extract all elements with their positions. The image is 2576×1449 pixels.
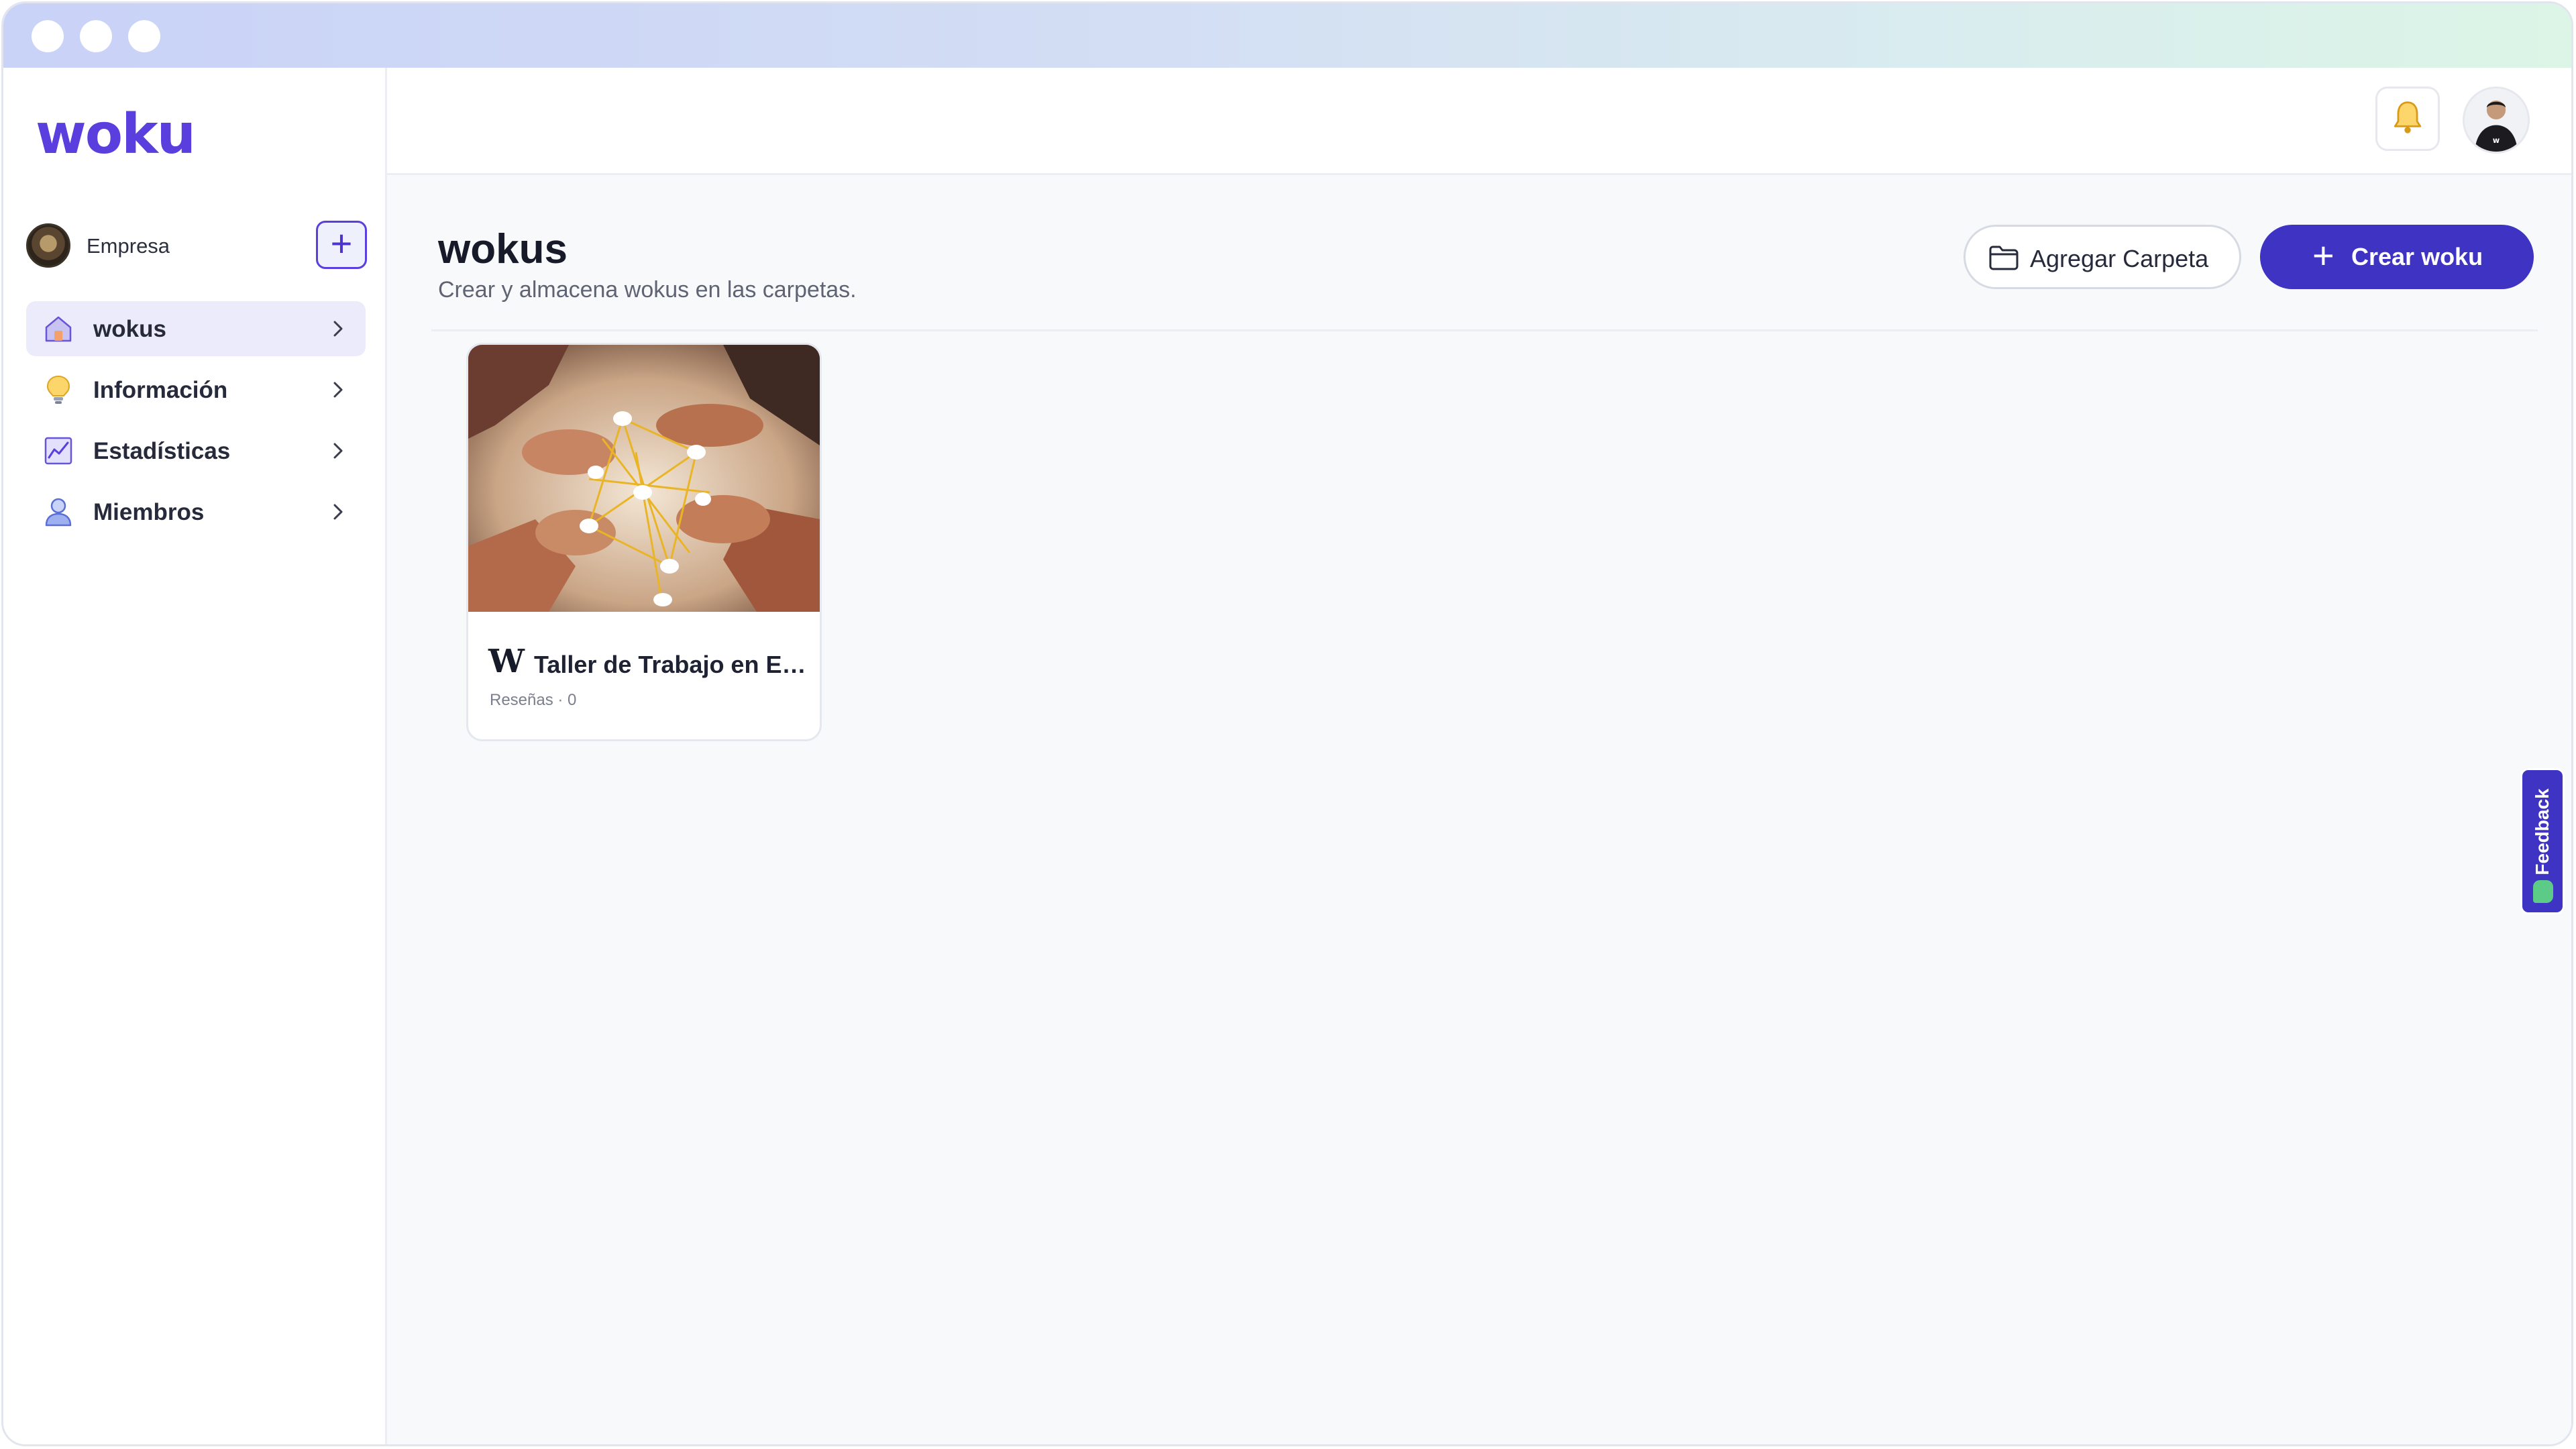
window-close-button[interactable]: [32, 20, 64, 52]
company-name: Empresa: [87, 234, 170, 258]
create-woku-button[interactable]: + Crear woku: [2260, 225, 2534, 289]
chat-icon: [2533, 880, 2553, 903]
sidebar-item-label: Estadísticas: [93, 438, 231, 464]
top-bar: w: [387, 68, 2571, 175]
woku-card[interactable]: W Taller de Trabajo en Eq... Reseñas · 0: [466, 343, 822, 741]
window-maximize-button[interactable]: [128, 20, 160, 52]
company-avatar: [26, 223, 70, 268]
chevron-right-icon: [333, 382, 343, 398]
sidebar-item-label: wokus: [93, 316, 166, 342]
sidebar-nav: wokus Información Estadísticas Miembros: [26, 301, 366, 545]
header-divider: [431, 329, 2538, 331]
window-titlebar: [3, 3, 2571, 68]
create-woku-label: Crear woku: [2351, 243, 2483, 270]
sidebar-item-informacion[interactable]: Información: [26, 362, 366, 417]
svg-text:w: w: [2493, 136, 2500, 145]
feedback-label: Feedback: [2532, 788, 2553, 875]
sidebar-item-wokus[interactable]: wokus: [26, 301, 366, 356]
woku-logo[interactable]: woku: [36, 103, 196, 166]
bell-icon: [2394, 101, 2422, 133]
feedback-tab[interactable]: Feedback: [2520, 768, 2565, 914]
user-avatar[interactable]: w: [2463, 87, 2530, 154]
lightbulb-icon: [46, 375, 70, 404]
chevron-right-icon: [333, 504, 343, 520]
main-content: wokus Crear y almacena wokus en las carp…: [387, 175, 2571, 1444]
add-company-button[interactable]: +: [316, 221, 367, 269]
card-title: Taller de Trabajo en Eq...: [534, 651, 809, 678]
chevron-right-icon: [333, 443, 343, 459]
folder-icon: [1989, 246, 2019, 270]
woku-logo-icon: W: [488, 643, 525, 680]
plus-icon: +: [2312, 234, 2334, 276]
add-folder-label: Agregar Carpeta: [2030, 245, 2209, 272]
page-title: wokus: [438, 226, 568, 272]
sidebar-item-label: Miembros: [93, 499, 205, 525]
sidebar-item-miembros[interactable]: Miembros: [26, 484, 366, 539]
notifications-button[interactable]: [2375, 87, 2440, 151]
user-photo: w: [2465, 89, 2528, 152]
card-image: [468, 345, 820, 612]
card-reviews-count: Reseñas · 0: [490, 691, 577, 709]
app-window: woku Empresa + wokus Información Estadís…: [1, 1, 2573, 1446]
sidebar-item-estadisticas[interactable]: Estadísticas: [26, 423, 366, 478]
home-icon: [45, 316, 72, 342]
sidebar-item-label: Información: [93, 377, 228, 403]
sidebar: woku Empresa + wokus Información Estadís…: [3, 68, 387, 1444]
user-icon: [45, 498, 72, 527]
company-selector[interactable]: Empresa +: [26, 218, 367, 272]
add-folder-button[interactable]: Agregar Carpeta: [1964, 225, 2241, 289]
window-minimize-button[interactable]: [80, 20, 112, 52]
chart-icon: [44, 437, 72, 465]
page-subtitle: Crear y almacena wokus en las carpetas.: [438, 277, 857, 303]
chevron-right-icon: [333, 321, 343, 337]
